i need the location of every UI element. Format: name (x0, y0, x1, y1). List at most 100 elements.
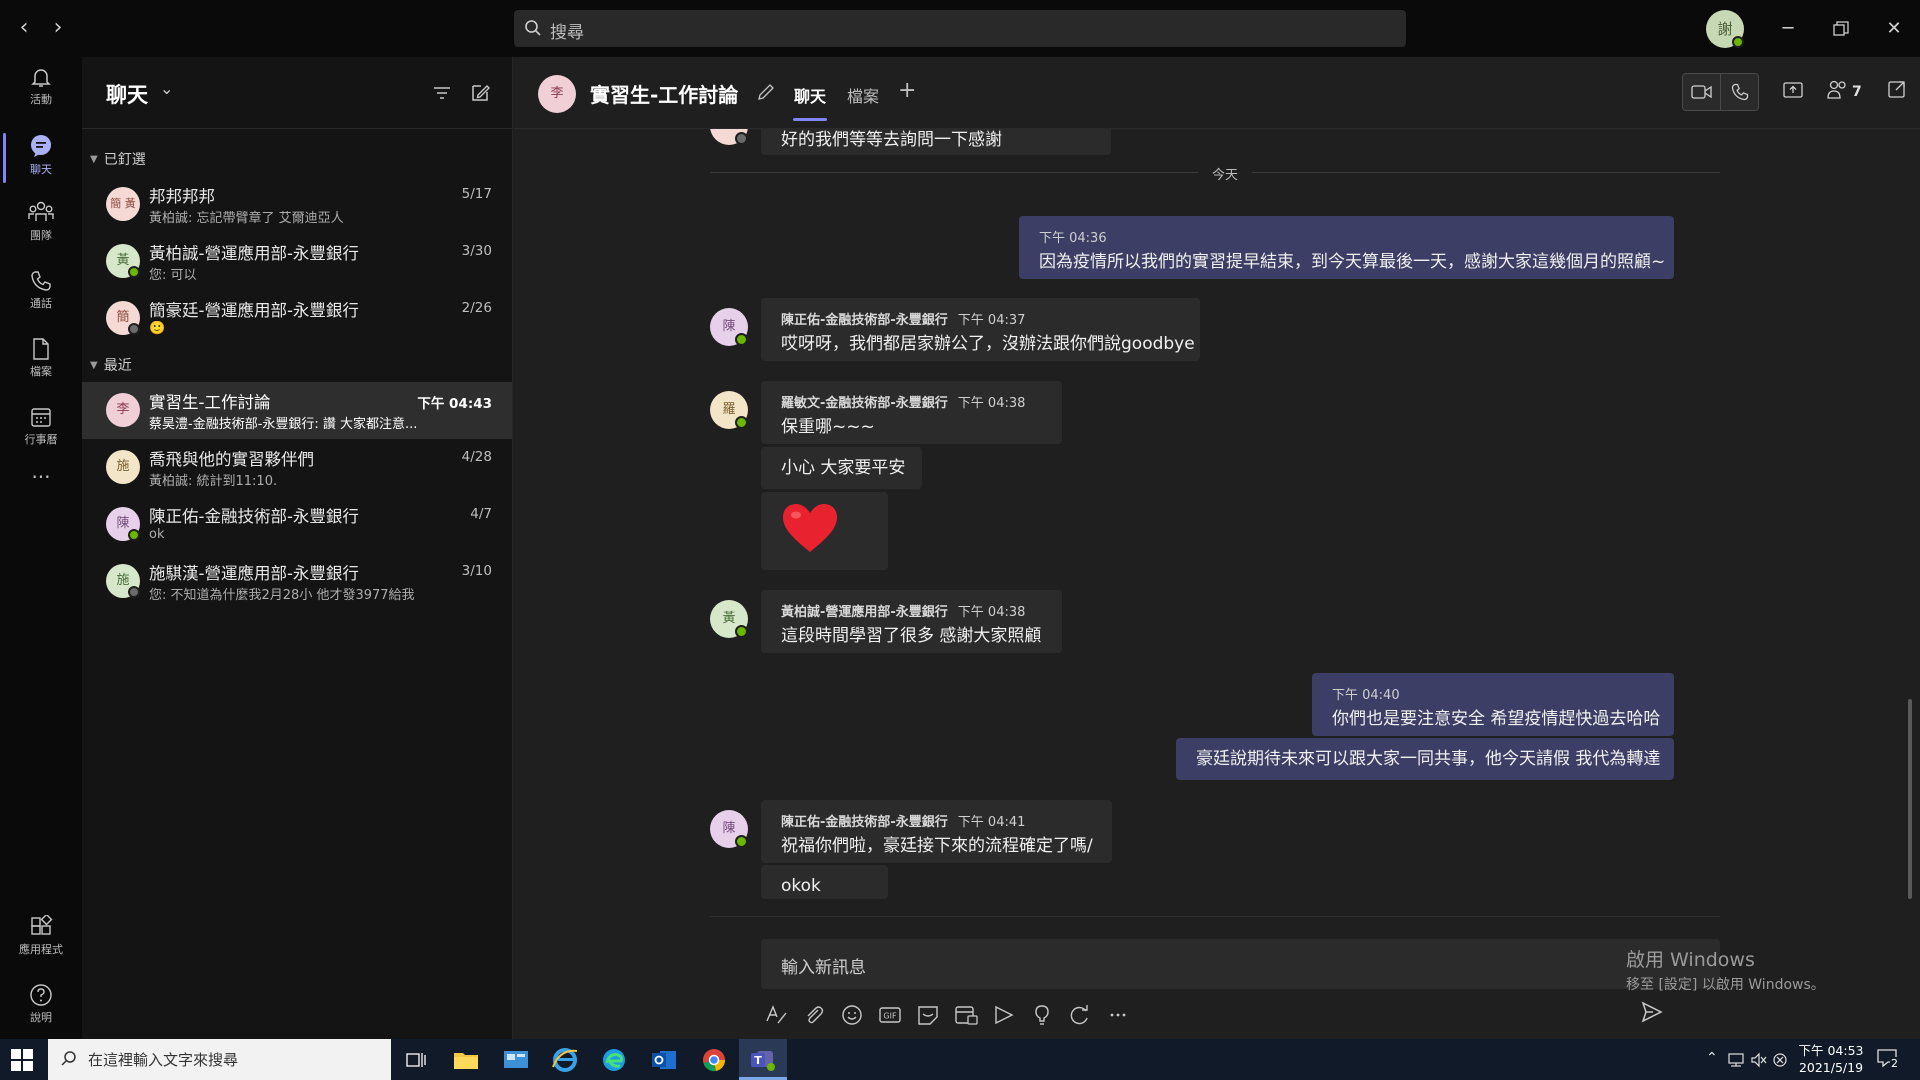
avatar[interactable]: 陳 (710, 810, 748, 848)
chat-list-item[interactable]: 簡 黃 邦邦邦邦 黃柏誠: 忘記帶臂章了 艾爾迪亞人 5/17 (82, 176, 512, 233)
chat-list-item[interactable]: 施 喬飛與他的實習夥伴們 黃柏誠: 統計到11:10. 4/28 (82, 439, 512, 496)
scrollbar-thumb[interactable] (1908, 699, 1912, 899)
pinned-section-header[interactable]: ▼ 已釘選 (90, 149, 146, 169)
message-bubble[interactable]: 小心 大家要平安 (761, 447, 922, 489)
participants-icon[interactable] (1826, 79, 1850, 101)
back-arrow-icon[interactable]: ‹ (10, 14, 38, 42)
schedule-meeting-icon[interactable] (952, 1001, 980, 1029)
taskbar-app[interactable] (492, 1039, 540, 1080)
rail-chat[interactable]: 聊天 (0, 125, 82, 187)
taskbar-outlook[interactable] (640, 1039, 688, 1080)
message-bubble[interactable]: 陳正佑-金融技術部-永豐銀行 下午 04:41 祝福你們啦，豪廷接下來的流程確定了… (761, 800, 1112, 863)
message-bubble[interactable]: 好的我們等等去詢問一下感謝 (761, 129, 1111, 155)
taskbar-edge[interactable] (590, 1039, 638, 1080)
forward-arrow-icon[interactable]: › (44, 14, 72, 42)
chat-name: 陳正佑-金融技術部-永豐銀行 (149, 507, 359, 526)
rail-calls[interactable]: 通話 (0, 261, 82, 323)
rail-label: 通話 (30, 297, 52, 310)
rail-activity[interactable]: 活動 (0, 57, 82, 119)
message-bubble-sent[interactable]: 下午 04:36 因為疫情所以我們的實習提早結束，到今天算最後一天，感謝大家這幾… (1019, 216, 1674, 279)
message-list[interactable]: 好的我們等等去詢問一下感謝 今天 下午 04:36 因為疫情所以我們的實習提早結… (514, 129, 1920, 899)
chat-list-item[interactable]: 簡 簡豪廷-營運應用部-永豐銀行 🙂 2/26 (82, 290, 512, 347)
format-icon[interactable] (762, 1001, 790, 1029)
sticker-icon[interactable] (914, 1001, 942, 1029)
chat-list-panel: 聊天 ⌄ ▼ 已釘選 簡 黃 邦邦邦邦 黃柏誠: 忘記帶臂章了 艾爾迪亞人 5/1… (82, 57, 513, 1039)
taskbar-chrome[interactable] (690, 1039, 738, 1080)
attach-icon[interactable] (800, 1001, 828, 1029)
taskbar-search-input[interactable]: 在這裡輸入文字來搜尋 (48, 1039, 391, 1080)
emoji-icon[interactable] (838, 1001, 866, 1029)
rail-label: 檔案 (30, 365, 52, 378)
rail-teams[interactable]: 團隊 (0, 193, 82, 255)
avatar-initials: 陳 (722, 319, 736, 334)
message-bubble-sent[interactable]: 下午 04:40 你們也是要注意安全 希望疫情趕快過去哈哈 (1312, 673, 1674, 736)
message-bubble[interactable]: 羅敏文-金融技術部-永豐銀行 下午 04:38 保重哪~~~ (761, 381, 1062, 444)
send-icon[interactable] (1640, 1000, 1664, 1024)
taskbar-teams[interactable]: T (739, 1039, 787, 1080)
compose-message-input[interactable]: 輸入新訊息 (761, 939, 1720, 989)
loop-icon[interactable] (1066, 1001, 1094, 1029)
message-bubble[interactable]: okok (761, 865, 888, 899)
chevron-down-icon[interactable]: ⌄ (160, 79, 173, 98)
chat-list-item[interactable]: 黃 黃柏誠-營運應用部-永豐銀行 您: 可以 3/30 (82, 233, 512, 290)
message-bubble[interactable]: 黃柏誠-營運應用部-永豐銀行 下午 04:38 這段時間學習了很多 感謝大家照顧 (761, 590, 1062, 653)
taskbar-internet-explorer[interactable] (541, 1039, 589, 1080)
chat-list-title[interactable]: 聊天 (106, 79, 148, 109)
rail-files[interactable]: 檔案 (0, 329, 82, 391)
rail-calendar[interactable]: 行事曆 (0, 397, 82, 459)
user-avatar-initials: 謝 (1717, 20, 1733, 38)
chat-list-item-selected[interactable]: 李 實習生-工作討論 蔡昊澧-金融技術部-永豐銀行: 讚 大家都注意... 下午… (82, 382, 512, 439)
praise-icon[interactable] (1028, 1001, 1056, 1029)
calendar-icon (31, 408, 51, 427)
message-bubble[interactable]: 陳正佑-金融技術部-永豐銀行 下午 04:37 哎呀呀，我們都居家辦公了，沒辦法跟… (761, 298, 1200, 361)
more-options-icon[interactable] (1104, 1001, 1132, 1029)
task-view-icon (406, 1053, 426, 1067)
group-avatar[interactable]: 李 (538, 75, 576, 113)
message-bubble-sent[interactable]: 豪廷說期待未來可以跟大家一同共事，他今天請假 我代為轉達 (1176, 738, 1674, 780)
more-apps-icon[interactable]: ··· (0, 465, 82, 505)
message-timestamp: 下午 04:40 (1332, 688, 1400, 703)
message-text: 祝福你們啦，豪廷接下來的流程確定了嗎/ (781, 836, 1093, 856)
avatar[interactable]: 陳 (710, 308, 748, 346)
close-button[interactable]: ✕ (1879, 14, 1909, 44)
add-tab-icon[interactable]: + (898, 78, 916, 103)
minimize-button[interactable]: ─ (1773, 14, 1803, 44)
recent-section-header[interactable]: ▼ 最近 (90, 355, 132, 375)
tray-expand-icon[interactable]: ⌃ (1706, 1050, 1718, 1066)
chat-name: 簡豪廷-營運應用部-永豐銀行 (149, 301, 359, 320)
rail-label: 活動 (30, 93, 52, 106)
stream-icon[interactable] (990, 1001, 1018, 1029)
notification-center-button[interactable]: 2 (1876, 1048, 1902, 1072)
video-call-button[interactable] (1682, 73, 1721, 111)
share-screen-icon[interactable] (1782, 79, 1804, 101)
volume-muted-icon[interactable] (1750, 1052, 1768, 1068)
avatar[interactable]: 羅 (710, 391, 748, 429)
rail-apps[interactable]: 應用程式 (0, 907, 82, 969)
audio-call-button[interactable] (1720, 73, 1759, 111)
restore-button[interactable] (1826, 14, 1856, 44)
gif-icon[interactable]: GIF (876, 1001, 904, 1029)
network-icon[interactable] (1727, 1052, 1745, 1068)
status-icon[interactable] (1772, 1052, 1788, 1068)
pop-out-icon[interactable] (1887, 79, 1907, 99)
user-avatar[interactable]: 謝 (1706, 10, 1744, 48)
new-chat-icon[interactable] (468, 81, 492, 105)
edit-name-icon[interactable] (756, 82, 776, 102)
participants-count[interactable]: 7 (1852, 84, 1862, 100)
rail-help[interactable]: 說明 (0, 975, 82, 1037)
taskbar-file-explorer[interactable] (442, 1039, 490, 1080)
chat-date: 下午 04:43 (417, 396, 492, 412)
tab-chat[interactable]: 聊天 (792, 83, 828, 121)
avatar[interactable]: 黃 (710, 600, 748, 638)
tab-files[interactable]: 檔案 (847, 83, 879, 107)
windows-start-icon[interactable] (10, 1048, 34, 1072)
message-bubble[interactable] (761, 492, 888, 570)
task-view-button[interactable] (392, 1039, 440, 1080)
message-text: 哎呀呀，我們都居家辦公了，沒辦法跟你們說goodbye (781, 334, 1195, 354)
taskbar-clock[interactable]: 下午 04:53 2021/5/19 (1795, 1042, 1867, 1076)
help-icon (30, 984, 52, 1006)
chat-list-item[interactable]: 施 施騏漢-營運應用部-永豐銀行 您: 不知道為什麼我2月28小 他才發3977… (82, 553, 512, 610)
search-input[interactable]: 搜尋 (514, 10, 1406, 47)
filter-icon[interactable] (430, 81, 454, 105)
chat-list-item[interactable]: 陳 陳正佑-金融技術部-永豐銀行 ok 4/7 (82, 496, 512, 553)
